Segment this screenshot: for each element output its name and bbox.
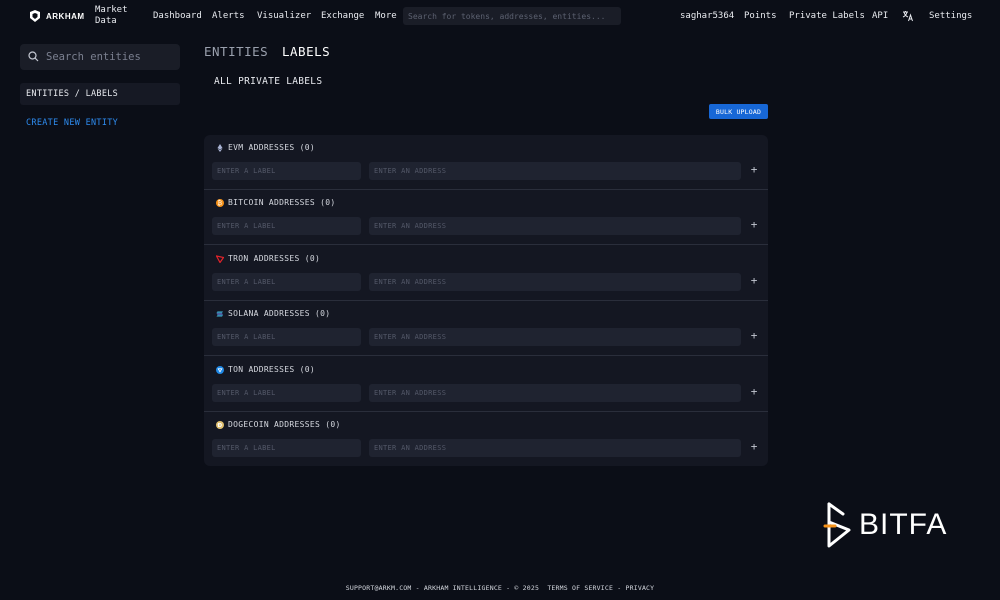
footer-terms-link[interactable]: TERMS OF SERVICE bbox=[547, 584, 613, 592]
footer-copyright: © 2025 bbox=[514, 584, 540, 592]
evm-section-title: EVM ADDRESSES (0) bbox=[228, 143, 315, 152]
bitfa-watermark: BITFA bbox=[823, 500, 947, 550]
footer-company: ARKHAM INTELLIGENCE bbox=[423, 584, 503, 592]
arkham-logo-icon bbox=[30, 10, 40, 22]
bitcoin-section: ₿ BITCOIN ADDRESSES (0) + bbox=[204, 190, 768, 245]
footer-support-email[interactable]: SUPPORT@ARKM.COM bbox=[346, 584, 412, 592]
tron-section: TRON ADDRESSES (0) + bbox=[204, 246, 768, 301]
search-icon bbox=[28, 51, 39, 62]
nav-visualizer[interactable]: Visualizer bbox=[257, 11, 311, 21]
bitcoin-address-input[interactable] bbox=[369, 217, 741, 235]
ton-address-input[interactable] bbox=[369, 384, 741, 402]
solana-add-button[interactable]: + bbox=[748, 329, 760, 343]
translate-icon[interactable] bbox=[902, 10, 914, 22]
page-title: ALL PRIVATE LABELS bbox=[214, 76, 323, 87]
sidebar-item-entities-labels[interactable]: ENTITIES / LABELS bbox=[20, 83, 180, 105]
dogecoin-add-button[interactable]: + bbox=[748, 440, 760, 454]
footer-separator: - bbox=[613, 584, 626, 592]
entity-search-box[interactable] bbox=[20, 44, 180, 70]
nav-private-labels[interactable]: Private Labels bbox=[789, 11, 865, 21]
dogecoin-label-input[interactable] bbox=[212, 439, 361, 457]
ethereum-icon bbox=[216, 143, 224, 152]
bitcoin-section-title: BITCOIN ADDRESSES (0) bbox=[228, 198, 336, 207]
footer-separator: - bbox=[502, 584, 515, 592]
tron-icon bbox=[216, 254, 224, 263]
ton-section: TON ADDRESSES (0) + bbox=[204, 357, 768, 412]
nav-exchange[interactable]: Exchange bbox=[321, 11, 364, 21]
ton-add-button[interactable]: + bbox=[748, 385, 760, 399]
ton-section-header: TON ADDRESSES (0) bbox=[216, 365, 315, 374]
solana-section: SOLANA ADDRESSES (0) + bbox=[204, 301, 768, 356]
tab-labels[interactable]: LABELS bbox=[282, 44, 330, 59]
tron-section-title: TRON ADDRESSES (0) bbox=[228, 254, 321, 263]
ton-section-title: TON ADDRESSES (0) bbox=[228, 365, 315, 374]
footer-privacy-link[interactable]: PRIVACY bbox=[625, 584, 654, 592]
evm-section-header: EVM ADDRESSES (0) bbox=[216, 143, 315, 152]
bitcoin-label-input[interactable] bbox=[212, 217, 361, 235]
evm-label-input[interactable] bbox=[212, 162, 361, 180]
solana-section-title: SOLANA ADDRESSES (0) bbox=[228, 309, 331, 318]
dogecoin-icon: Ð bbox=[216, 420, 224, 429]
ton-label-input[interactable] bbox=[212, 384, 361, 402]
solana-address-input[interactable] bbox=[369, 328, 741, 346]
evm-add-button[interactable]: + bbox=[748, 163, 760, 177]
nav-settings[interactable]: Settings bbox=[929, 11, 972, 21]
create-new-entity-link[interactable]: CREATE NEW ENTITY bbox=[26, 118, 118, 128]
svg-text:Ð: Ð bbox=[218, 423, 223, 429]
entity-search-input[interactable] bbox=[46, 44, 176, 70]
private-labels-panel: EVM ADDRESSES (0) + ₿ BITCOIN ADDRESSES … bbox=[204, 135, 768, 466]
solana-section-header: SOLANA ADDRESSES (0) bbox=[216, 309, 330, 318]
nav-points[interactable]: Points bbox=[744, 11, 777, 21]
tron-label-input[interactable] bbox=[212, 273, 361, 291]
tron-address-input[interactable] bbox=[369, 273, 741, 291]
user-account-link[interactable]: saghar5364 bbox=[680, 11, 734, 21]
dogecoin-section: Ð DOGECOIN ADDRESSES (0) + bbox=[204, 412, 768, 467]
logo-text: ARKHAM bbox=[46, 11, 85, 21]
nav-alerts[interactable]: Alerts bbox=[212, 11, 245, 21]
nav-api[interactable]: API bbox=[872, 11, 888, 21]
ton-icon bbox=[216, 365, 224, 374]
watermark-text: BITFA bbox=[859, 508, 948, 541]
bitcoin-add-button[interactable]: + bbox=[748, 218, 760, 232]
tab-entities[interactable]: ENTITIES bbox=[204, 44, 268, 59]
nav-more[interactable]: More bbox=[375, 11, 397, 21]
bitfa-logo-icon bbox=[823, 502, 851, 548]
svg-text:₿: ₿ bbox=[218, 200, 223, 207]
top-navigation: ARKHAM Market Data Dashboard Alerts Visu… bbox=[0, 0, 1000, 32]
dogecoin-address-input[interactable] bbox=[369, 439, 741, 457]
bitcoin-icon: ₿ bbox=[216, 198, 224, 207]
footer-separator: - bbox=[411, 584, 424, 592]
dogecoin-section-header: Ð DOGECOIN ADDRESSES (0) bbox=[216, 420, 341, 429]
nav-market-data[interactable]: Market Data bbox=[95, 5, 129, 27]
dogecoin-section-title: DOGECOIN ADDRESSES (0) bbox=[228, 420, 341, 429]
evm-section: EVM ADDRESSES (0) + bbox=[204, 135, 768, 190]
arkham-logo[interactable]: ARKHAM bbox=[28, 9, 85, 23]
bitcoin-section-header: ₿ BITCOIN ADDRESSES (0) bbox=[216, 198, 335, 207]
evm-address-input[interactable] bbox=[369, 162, 741, 180]
tron-section-header: TRON ADDRESSES (0) bbox=[216, 254, 320, 263]
solana-icon bbox=[216, 310, 224, 318]
nav-dashboard[interactable]: Dashboard bbox=[153, 11, 202, 21]
footer: SUPPORT@ARKM.COM - ARKHAM INTELLIGENCE -… bbox=[0, 584, 1000, 592]
global-search-input[interactable] bbox=[403, 7, 621, 25]
tron-add-button[interactable]: + bbox=[748, 274, 760, 288]
solana-label-input[interactable] bbox=[212, 328, 361, 346]
bulk-upload-button[interactable]: BULK UPLOAD bbox=[709, 104, 768, 119]
